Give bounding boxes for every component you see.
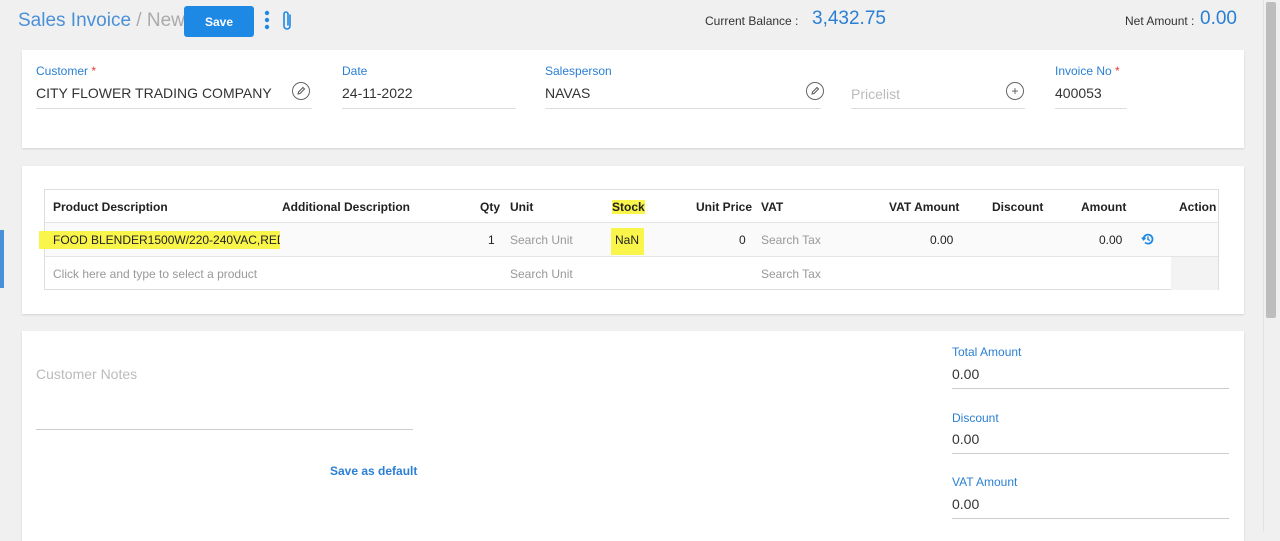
row-qty[interactable]: 1: [488, 233, 495, 247]
col-vat-amount: VAT Amount: [889, 200, 960, 214]
customer-notes-input[interactable]: Customer Notes: [36, 366, 137, 382]
summary-card: [22, 331, 1244, 541]
new-product-input[interactable]: Click here and type to select a product: [53, 267, 266, 281]
customer-notes-underline: [36, 429, 413, 430]
total-amount-value: 0.00: [952, 366, 980, 382]
date-underline: [342, 108, 516, 109]
col-vat: VAT: [761, 200, 784, 214]
col-unit: Unit: [510, 200, 534, 214]
title-separator: /: [136, 10, 142, 31]
pricelist-field[interactable]: Pricelist: [851, 86, 900, 102]
row-vat-input[interactable]: Search Tax: [761, 233, 821, 247]
customer-label: Customer *: [36, 64, 97, 78]
add-pricelist-icon[interactable]: +: [1006, 82, 1024, 100]
save-button[interactable]: Save: [184, 6, 254, 37]
vat-amount-label: VAT Amount: [952, 475, 1018, 489]
col-additional-description: Additional Description: [282, 200, 411, 214]
row-unit-input[interactable]: Search Unit: [510, 233, 573, 247]
total-amount-label: Total Amount: [952, 345, 1022, 359]
salesperson-field[interactable]: NAVAS: [545, 85, 590, 101]
current-balance-label: Current Balance :: [705, 14, 799, 28]
edit-salesperson-icon[interactable]: [806, 82, 824, 100]
invoice-no-underline: [1055, 108, 1127, 109]
salesperson-label: Salesperson: [545, 64, 612, 78]
new-vat-input[interactable]: Search Tax: [761, 267, 821, 281]
row-amount: 0.00: [1099, 233, 1123, 247]
line-items-table: Product Description Additional Descripti…: [39, 189, 1219, 290]
vat-amount-underline: [952, 518, 1229, 519]
row-unit-price[interactable]: 0: [739, 233, 746, 247]
customer-field[interactable]: CITY FLOWER TRADING COMPANY: [36, 85, 272, 101]
row-divider: [45, 256, 1218, 257]
date-label: Date: [342, 64, 368, 78]
attachment-icon[interactable]: [280, 9, 294, 33]
discount-label: Discount: [952, 411, 999, 425]
edit-customer-icon[interactable]: [292, 82, 310, 100]
scrollbar-thumb[interactable]: [1266, 2, 1276, 318]
col-amount: Amount: [1081, 200, 1127, 214]
col-stock: Stock: [612, 200, 645, 214]
col-action: Action: [1179, 200, 1217, 214]
new-row-action-cell: [1171, 257, 1218, 290]
date-field[interactable]: 24-11-2022: [342, 85, 413, 101]
col-product-description: Product Description: [53, 200, 168, 214]
save-as-default-link[interactable]: Save as default: [330, 464, 417, 478]
net-amount-label: Net Amount :: [1125, 14, 1195, 28]
total-amount-underline: [952, 388, 1229, 389]
invoice-no-field[interactable]: 400053: [1055, 85, 1102, 101]
discount-underline: [952, 453, 1229, 454]
col-discount: Discount: [992, 200, 1044, 214]
new-unit-input[interactable]: Search Unit: [510, 267, 573, 281]
col-unit-price: Unit Price: [696, 200, 753, 214]
page-subtitle: New: [146, 10, 185, 31]
row-vat-amount: 0.00: [930, 233, 954, 247]
vat-amount-value: 0.00: [952, 496, 980, 512]
customer-underline: [36, 108, 312, 109]
col-qty: Qty: [480, 200, 501, 214]
salesperson-underline: [545, 108, 821, 109]
discount-value[interactable]: 0.00: [952, 431, 979, 447]
history-icon[interactable]: [1141, 232, 1155, 246]
invoice-no-label: Invoice No *: [1055, 64, 1120, 78]
side-panel-tab[interactable]: [0, 230, 4, 288]
page-title: Sales Invoice / New: [18, 10, 185, 32]
pricelist-underline: [851, 108, 1025, 109]
current-balance-value: 3,432.75: [812, 8, 886, 29]
row-product-description[interactable]: FOOD BLENDER1500W/220-240VAC,RED: [39, 231, 280, 249]
row-stock: NaN: [611, 228, 645, 255]
page-title-text: Sales Invoice: [18, 10, 132, 31]
net-amount-value: 0.00: [1200, 8, 1237, 29]
more-options-icon[interactable]: [263, 9, 271, 31]
